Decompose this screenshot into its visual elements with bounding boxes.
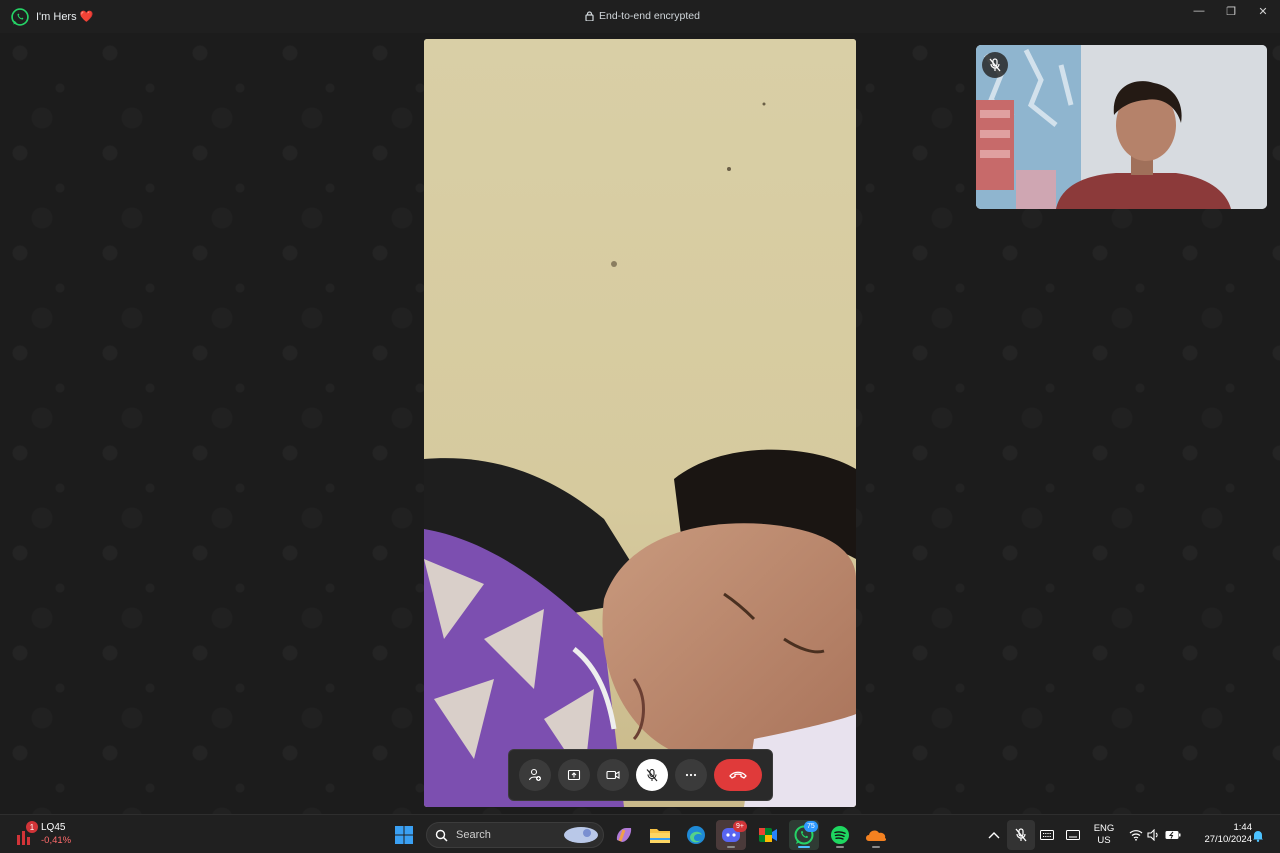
microphone-off-icon (989, 58, 1001, 72)
time-label: 1:44 (1233, 822, 1253, 833)
taskbar-meet[interactable] (753, 820, 783, 850)
tray-display-button[interactable] (1060, 820, 1086, 850)
widget-badge: 1 (26, 821, 38, 833)
self-video[interactable] (976, 45, 1267, 209)
quick-settings-button[interactable] (1124, 820, 1186, 850)
taskbar-edge[interactable] (681, 820, 711, 850)
add-participant-button[interactable] (519, 759, 551, 791)
language-indicator[interactable]: ENG US (1090, 823, 1118, 847)
windows-icon (395, 826, 413, 844)
remote-video-frame (424, 39, 856, 807)
battery-charging-icon (1165, 831, 1181, 839)
microphone-off-icon (1015, 828, 1027, 842)
language-label: ENG (1093, 823, 1115, 834)
video-camera-icon (606, 770, 620, 780)
restore-icon: ❐ (1226, 5, 1236, 18)
copilot-icon (616, 828, 632, 842)
whatsapp-badge: 75 (804, 821, 818, 832)
close-window-button[interactable]: ✕ (1247, 0, 1279, 22)
tray-keyboard-button[interactable] (1034, 820, 1060, 850)
encryption-label: End-to-end encrypted (599, 10, 700, 22)
end-call-button[interactable] (714, 759, 762, 791)
stock-widget[interactable]: 1 LQ45 -0,41% (14, 821, 94, 849)
minimize-button[interactable]: — (1183, 0, 1215, 22)
date-label: 27/10/2024 (1204, 834, 1252, 845)
self-video-frame (976, 45, 1267, 209)
more-options-button[interactable] (675, 759, 707, 791)
add-person-icon (528, 768, 541, 781)
chat-name: I'm Hers ❤️ (36, 11, 94, 23)
running-indicator (872, 846, 880, 848)
cloud-icon (866, 830, 887, 841)
start-button[interactable] (389, 820, 419, 850)
widget-value: -0,41% (41, 835, 72, 846)
folder-icon (650, 829, 670, 843)
running-indicator (836, 846, 844, 848)
minimize-icon: — (1193, 5, 1205, 17)
taskbar-onedrive[interactable] (861, 820, 891, 850)
mute-toggle-button[interactable] (636, 759, 668, 791)
spotify-icon (831, 826, 849, 844)
title-bar: I'm Hers ❤️ End-to-end encrypted — ❐ ✕ (0, 0, 1280, 33)
region-label: US (1097, 835, 1111, 846)
chevron-up-icon (988, 832, 1000, 839)
search-placeholder: Search (456, 829, 491, 841)
search-icon (435, 829, 448, 842)
active-indicator (798, 846, 810, 848)
tray-overflow-button[interactable] (980, 820, 1008, 850)
self-muted-indicator (982, 52, 1008, 78)
bell-icon (1253, 830, 1263, 842)
close-icon: ✕ (1258, 5, 1268, 18)
taskbar-copilot[interactable] (609, 820, 639, 850)
taskbar-whatsapp[interactable]: 75 (789, 820, 819, 850)
encryption-indicator: End-to-end encrypted (585, 10, 700, 22)
tray-mic-button[interactable] (1007, 820, 1035, 850)
keyboard-icon (1040, 830, 1054, 840)
taskbar-spotify[interactable] (825, 820, 855, 850)
call-controls (508, 749, 773, 801)
share-screen-button[interactable] (558, 759, 590, 791)
hang-up-icon (729, 771, 747, 779)
whatsapp-icon (11, 8, 29, 26)
clock[interactable]: 1:44 27/10/2024 (1186, 822, 1252, 846)
display-icon (1066, 830, 1080, 840)
share-screen-icon (567, 769, 581, 781)
lock-icon (585, 11, 594, 21)
search-box[interactable]: Search (426, 822, 604, 848)
speaker-icon (1147, 829, 1158, 841)
microphone-off-icon (646, 768, 658, 782)
more-dots-icon (685, 773, 697, 777)
edge-browser-icon (687, 826, 705, 844)
restore-button[interactable]: ❐ (1215, 0, 1247, 22)
discord-badge: 9+ (733, 821, 747, 832)
wifi-icon (1129, 830, 1143, 841)
running-indicator (727, 846, 735, 848)
taskbar-discord[interactable]: 9+ (716, 820, 747, 850)
taskbar: 1 LQ45 -0,41% Search 9+ 75 ENG US 1:44 2… (0, 814, 1280, 853)
taskbar-file-explorer[interactable] (645, 820, 675, 850)
widget-title: LQ45 (41, 822, 66, 833)
notifications-button[interactable] (1249, 820, 1267, 850)
remote-video (424, 39, 856, 807)
camera-button[interactable] (597, 759, 629, 791)
google-meet-icon (759, 828, 777, 842)
search-highlight-icon (564, 827, 598, 843)
